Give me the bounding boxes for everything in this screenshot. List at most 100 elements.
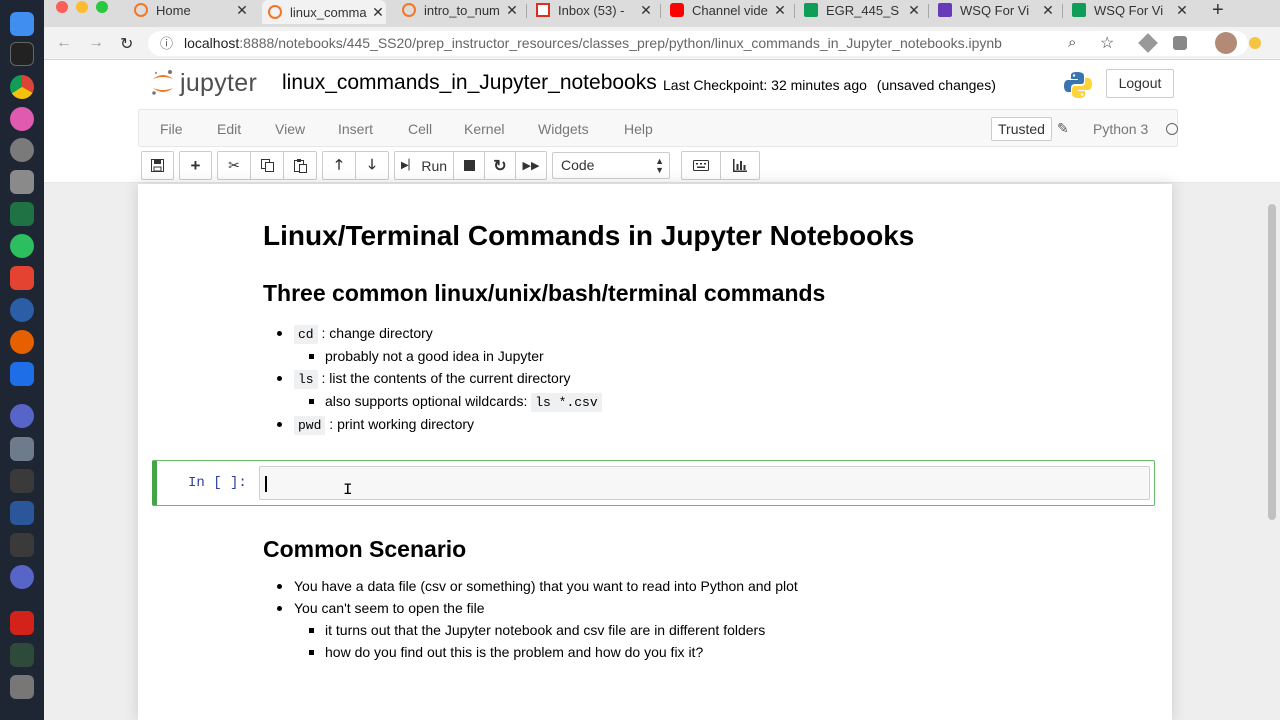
list-item-pwd: pwd : print working directory — [294, 416, 474, 435]
section-heading: Three common linux/unix/bash/terminal co… — [263, 280, 826, 306]
browser-tab[interactable]: WSQ For Vi ✕ — [932, 0, 1056, 20]
move-up-button[interactable]: 🡑 — [323, 152, 356, 179]
browser-tab[interactable]: Inbox (53) - ✕ — [530, 0, 654, 20]
close-tab-icon[interactable]: ✕ — [638, 2, 654, 19]
menu-view[interactable]: View — [275, 121, 305, 137]
code-cell-selected[interactable]: In [ ]: I — [152, 460, 1155, 506]
insert-cell-button[interactable]: + — [180, 152, 211, 179]
system-preferences-icon[interactable] — [10, 138, 34, 162]
zoom-icon[interactable]: ⌕ — [1068, 34, 1076, 51]
app-icon[interactable] — [10, 675, 34, 699]
reload-icon[interactable]: ↻ — [120, 34, 133, 54]
restart-kernel-button[interactable]: ↻ — [485, 152, 516, 179]
info-icon[interactable]: ⓘ — [160, 31, 173, 56]
app-icon[interactable] — [10, 565, 34, 589]
extension-icon[interactable] — [1249, 37, 1261, 49]
cut-button[interactable]: ✂ — [218, 152, 251, 179]
jupyter-wordmark: jupyter — [180, 68, 258, 97]
address-bar[interactable]: ⓘ localhost:8888/notebooks/445_SS20/prep… — [148, 31, 1248, 56]
new-tab-button[interactable]: + — [1206, 0, 1230, 21]
app-icon[interactable] — [10, 170, 34, 194]
app-icon[interactable] — [10, 404, 34, 428]
code-ls: ls — [294, 370, 318, 389]
menu-kernel[interactable]: Kernel — [464, 121, 504, 137]
close-tab-icon[interactable]: ✕ — [906, 2, 922, 19]
app-icon[interactable] — [10, 533, 34, 557]
copy-button[interactable] — [251, 152, 284, 179]
excel-icon[interactable] — [10, 202, 34, 226]
cell-type-select[interactable]: Code ▲ ▼ — [552, 152, 670, 179]
word-icon[interactable] — [10, 501, 34, 525]
pencil-icon[interactable]: ✎ — [1057, 120, 1069, 137]
todoist-icon[interactable] — [10, 266, 34, 290]
close-tab-icon[interactable]: ✕ — [370, 4, 386, 21]
close-tab-icon[interactable]: ✕ — [1174, 2, 1190, 19]
vertical-scrollbar[interactable] — [1268, 204, 1276, 520]
save-button[interactable] — [142, 152, 173, 179]
profile-avatar[interactable] — [1215, 32, 1237, 54]
logout-button[interactable]: Logout — [1106, 69, 1174, 98]
menu-help[interactable]: Help — [624, 121, 653, 137]
command-palette-button[interactable] — [682, 152, 721, 179]
menu-insert[interactable]: Insert — [338, 121, 373, 137]
jupyter-logo[interactable]: jupyter — [150, 68, 257, 98]
tab-title: Home — [156, 2, 191, 18]
firefox-icon[interactable] — [10, 330, 34, 354]
itunes-icon[interactable] — [10, 107, 34, 131]
browser-tab-active[interactable]: linux_comma ✕ — [262, 0, 386, 24]
list-bullet-square — [309, 650, 314, 655]
chrome-icon[interactable] — [10, 75, 34, 99]
run-button[interactable]: ▶▏ Run — [395, 152, 454, 179]
forms-favicon-icon — [938, 3, 952, 17]
toolbar-insert-group: + — [179, 151, 212, 180]
close-tab-icon[interactable]: ✕ — [234, 2, 250, 19]
app-icon[interactable] — [10, 362, 34, 386]
terminal-icon[interactable] — [10, 42, 34, 66]
bookmark-star-icon[interactable]: ☆ — [1100, 33, 1114, 53]
chart-button[interactable] — [721, 152, 759, 179]
python-logo-icon — [1064, 72, 1092, 98]
browser-tab[interactable]: Home ✕ — [128, 0, 250, 20]
browser-tab[interactable]: WSQ For Vi ✕ — [1066, 0, 1190, 20]
kernel-name: Python 3 — [1093, 121, 1149, 137]
notebook-title-heading: Linux/Terminal Commands in Jupyter Noteb… — [263, 220, 915, 251]
app-icon[interactable] — [10, 643, 34, 667]
app-icon[interactable] — [10, 298, 34, 322]
trusted-indicator[interactable]: Trusted — [991, 117, 1052, 141]
menu-widgets[interactable]: Widgets — [538, 121, 589, 137]
move-down-button[interactable]: 🡓 — [356, 152, 388, 179]
tab-title: Channel vide — [692, 2, 768, 18]
menu-file[interactable]: File — [160, 121, 183, 137]
finder-icon[interactable] — [10, 12, 34, 36]
interrupt-kernel-button[interactable] — [454, 152, 485, 179]
evernote-icon[interactable] — [10, 234, 34, 258]
code-cell-input[interactable] — [259, 466, 1150, 500]
tab-title: WSQ For Vi — [960, 2, 1030, 18]
app-icon[interactable] — [10, 469, 34, 493]
restart-run-all-button[interactable]: ▶▶ — [516, 152, 546, 179]
browser-tab-bar: Home ✕ linux_comma ✕ intro_to_num ✕ Inbo… — [44, 0, 1280, 27]
app-icon[interactable] — [10, 437, 34, 461]
close-tab-icon[interactable]: ✕ — [1040, 2, 1056, 19]
extension-icon[interactable] — [1173, 36, 1187, 50]
minimize-window-button[interactable] — [76, 1, 88, 13]
close-window-button[interactable] — [56, 1, 68, 13]
list-bullet — [277, 584, 282, 589]
browser-tab[interactable]: Channel vide ✕ — [664, 0, 788, 20]
tab-title: intro_to_num — [424, 2, 500, 18]
back-icon[interactable]: ← — [56, 34, 72, 52]
acrobat-icon[interactable] — [10, 611, 34, 635]
forward-icon[interactable]: → — [88, 34, 104, 52]
menu-cell[interactable]: Cell — [408, 121, 432, 137]
list-bullet — [277, 331, 282, 336]
close-tab-icon[interactable]: ✕ — [504, 2, 520, 19]
notebook-name[interactable]: linux_commands_in_Jupyter_notebooks — [282, 71, 657, 95]
close-tab-icon[interactable]: ✕ — [772, 2, 788, 19]
ls-description: : list the contents of the current direc… — [321, 370, 571, 386]
fast-forward-icon: ▶▶ — [522, 160, 540, 172]
paste-button[interactable] — [284, 152, 316, 179]
browser-tab[interactable]: intro_to_num ✕ — [396, 0, 520, 20]
zoom-window-button[interactable] — [96, 1, 108, 13]
browser-tab[interactable]: EGR_445_S ✕ — [798, 0, 922, 20]
menu-edit[interactable]: Edit — [217, 121, 241, 137]
